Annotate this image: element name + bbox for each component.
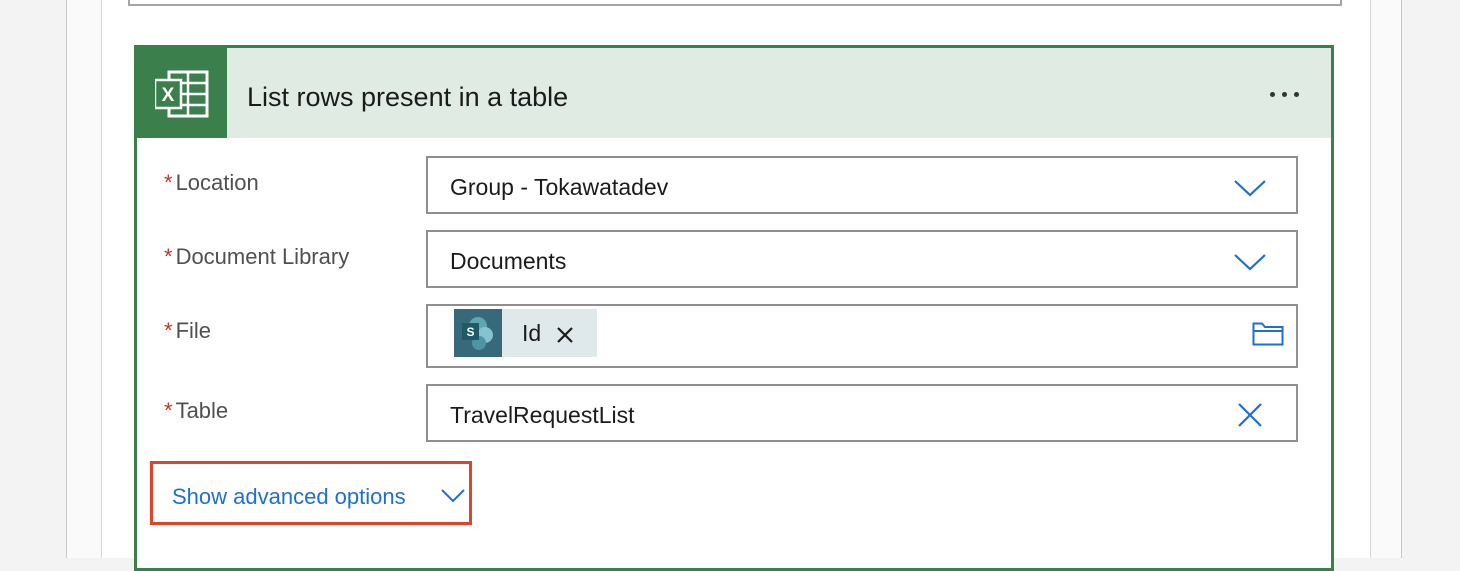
file-input[interactable]: S Id	[426, 304, 1298, 368]
more-options-button[interactable]	[1259, 74, 1309, 114]
required-marker: *	[164, 170, 173, 195]
folder-icon[interactable]	[1252, 322, 1284, 346]
clear-icon[interactable]	[1237, 402, 1263, 428]
required-marker: *	[164, 244, 173, 269]
document-library-label: * Document Library	[164, 244, 349, 270]
file-label: * File	[164, 318, 211, 344]
required-marker: *	[164, 398, 173, 423]
sharepoint-icon: S	[454, 309, 502, 357]
location-label: * Location	[164, 170, 259, 196]
table-label-text: Table	[175, 398, 229, 423]
dynamic-content-token[interactable]: S Id	[454, 309, 597, 357]
more-dot-icon	[1269, 91, 1275, 97]
chevron-down-icon[interactable]	[440, 488, 466, 504]
previous-action-card	[128, 0, 1342, 6]
show-advanced-options-link[interactable]: Show advanced options	[172, 484, 406, 510]
chevron-down-icon[interactable]	[1233, 178, 1267, 198]
location-value: Group - Tokawatadev	[450, 174, 669, 200]
more-dot-icon	[1293, 91, 1299, 97]
excel-icon: X	[137, 48, 227, 138]
table-input[interactable]: TravelRequestList	[426, 384, 1298, 442]
svg-text:S: S	[466, 325, 474, 339]
document-library-value: Documents	[450, 248, 567, 274]
location-label-text: Location	[175, 170, 259, 195]
svg-text:X: X	[162, 85, 175, 106]
table-value: TravelRequestList	[450, 402, 635, 428]
location-dropdown[interactable]: Group - Tokawatadev	[426, 156, 1298, 214]
card-title: List rows present in a table	[247, 82, 569, 112]
table-label: * Table	[164, 398, 228, 424]
required-marker: *	[164, 318, 173, 343]
file-label-text: File	[175, 318, 212, 343]
document-library-label-text: Document Library	[175, 244, 350, 269]
chevron-down-icon[interactable]	[1233, 252, 1267, 272]
card-header[interactable]: X List rows present in a table	[137, 48, 1331, 138]
close-icon[interactable]	[555, 325, 575, 345]
document-library-dropdown[interactable]: Documents	[426, 230, 1298, 288]
token-label: Id	[522, 319, 542, 346]
more-dot-icon	[1281, 91, 1287, 97]
